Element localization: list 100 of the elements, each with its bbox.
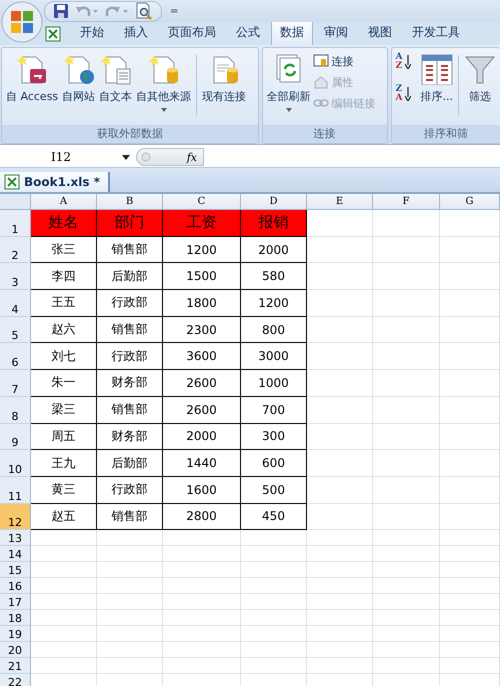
column-header[interactable]: E	[307, 194, 373, 210]
row-header[interactable]: 22	[0, 674, 31, 686]
ribbon-button[interactable]: 自网站	[60, 51, 98, 106]
row-header[interactable]: 3	[0, 263, 31, 290]
ribbon-button[interactable]: 排序...	[418, 51, 455, 106]
empty-cell	[241, 562, 307, 578]
empty-cell	[440, 610, 500, 626]
empty-cell	[307, 316, 373, 344]
ribbon-tab[interactable]: 开发工具	[403, 22, 469, 45]
ribbon-tab[interactable]: 公式	[227, 22, 269, 45]
row-header[interactable]: 12	[0, 504, 31, 530]
empty-cell	[373, 396, 440, 424]
empty-cell	[241, 546, 307, 562]
ribbon-button[interactable]: 自文本	[97, 51, 134, 106]
empty-cell	[97, 530, 163, 546]
ribbon-tab[interactable]: 插入	[115, 22, 157, 45]
row-header[interactable]: 21	[0, 658, 31, 674]
empty-cell	[373, 546, 440, 562]
empty-cell	[97, 562, 163, 578]
empty-cell	[307, 263, 373, 290]
row-header[interactable]: 8	[0, 396, 31, 424]
row-header[interactable]: 13	[0, 530, 31, 546]
connection-icon	[312, 53, 329, 69]
table-cell: 580	[241, 263, 307, 290]
empty-cell	[307, 476, 373, 504]
empty-cell	[241, 658, 307, 674]
row-header[interactable]: 16	[0, 578, 31, 594]
table-cell: 700	[241, 396, 307, 424]
column-header[interactable]: D	[241, 194, 307, 210]
empty-cell	[373, 642, 440, 658]
row-header[interactable]: 18	[0, 610, 31, 626]
table-cell: 工资	[163, 210, 241, 237]
table-cell: 销售部	[97, 316, 163, 344]
row-header[interactable]: 9	[0, 424, 31, 450]
table-cell: 张三	[31, 236, 97, 264]
empty-cell	[440, 450, 500, 477]
empty-cell	[440, 530, 500, 546]
empty-cell	[241, 578, 307, 594]
column-header[interactable]: A	[31, 194, 97, 210]
insert-function-button[interactable]: fx	[186, 150, 197, 164]
table-cell: 500	[241, 476, 307, 504]
sort-button[interactable]: A Z	[394, 52, 412, 72]
save-icon[interactable]	[53, 3, 69, 19]
empty-cell	[440, 263, 500, 290]
ribbon-button[interactable]: 全部刷新	[264, 51, 313, 114]
empty-cell	[97, 578, 163, 594]
empty-cell	[307, 236, 373, 264]
empty-cell	[373, 236, 440, 264]
text-document-icon	[100, 53, 132, 85]
sort-button[interactable]: Z A	[394, 84, 412, 104]
table-cell: 行政部	[97, 343, 163, 370]
table-cell: 销售部	[97, 236, 163, 264]
row-header[interactable]: 5	[0, 316, 31, 344]
row-header[interactable]: 11	[0, 476, 31, 504]
ribbon-tab[interactable]: 开始	[71, 22, 113, 45]
row-header[interactable]: 1	[0, 210, 31, 237]
column-header[interactable]: F	[373, 194, 440, 210]
document-globe-icon	[62, 53, 95, 85]
empty-cell	[373, 210, 440, 237]
name-box[interactable]: I12	[0, 148, 136, 166]
row-header[interactable]: 4	[0, 290, 31, 317]
database-document-icon	[148, 53, 180, 85]
print-preview-icon[interactable]	[135, 2, 153, 20]
empty-cell	[440, 316, 500, 344]
empty-cell	[307, 370, 373, 397]
customize-toolbar-button[interactable]: =	[168, 6, 180, 16]
empty-cell	[373, 450, 440, 477]
table-cell: 姓名	[31, 210, 97, 237]
empty-cell	[307, 658, 373, 674]
column-header[interactable]: C	[163, 194, 241, 210]
empty-cell	[373, 562, 440, 578]
ribbon-button[interactable]: 筛选	[462, 51, 498, 106]
ribbon-tab[interactable]: 页面布局	[159, 22, 225, 45]
ribbon-button[interactable]: 自 Access	[4, 51, 60, 106]
row-header[interactable]: 15	[0, 562, 31, 578]
empty-cell	[307, 450, 373, 477]
ribbon-button[interactable]: 现有连接	[200, 51, 248, 106]
column-header[interactable]: B	[97, 194, 163, 210]
row-header[interactable]: 10	[0, 450, 31, 477]
row-header[interactable]: 6	[0, 343, 31, 370]
table-cell: 1200	[163, 236, 241, 264]
spreadsheet-icon[interactable]	[45, 26, 61, 42]
row-header[interactable]: 20	[0, 642, 31, 658]
ribbon-tab[interactable]: 审阅	[315, 22, 357, 45]
row-header[interactable]: 14	[0, 546, 31, 562]
empty-cell	[373, 343, 440, 370]
row-header[interactable]: 7	[0, 370, 31, 397]
table-cell: 梁三	[31, 396, 97, 424]
table-cell: 300	[241, 424, 307, 450]
ribbon-button[interactable]: 自其他来源	[134, 51, 194, 114]
row-header[interactable]: 2	[0, 236, 31, 264]
ribbon-tab[interactable]: 数据	[271, 22, 313, 45]
table-cell: 王九	[31, 450, 97, 477]
ribbon-button[interactable]: 连接	[312, 52, 376, 70]
column-header[interactable]: G	[440, 194, 500, 210]
row-header[interactable]: 19	[0, 626, 31, 642]
row-header[interactable]: 17	[0, 594, 31, 610]
empty-cell	[373, 578, 440, 594]
document-tab[interactable]: Book1.xls *	[0, 172, 110, 192]
ribbon-tab[interactable]: 视图	[359, 22, 401, 45]
